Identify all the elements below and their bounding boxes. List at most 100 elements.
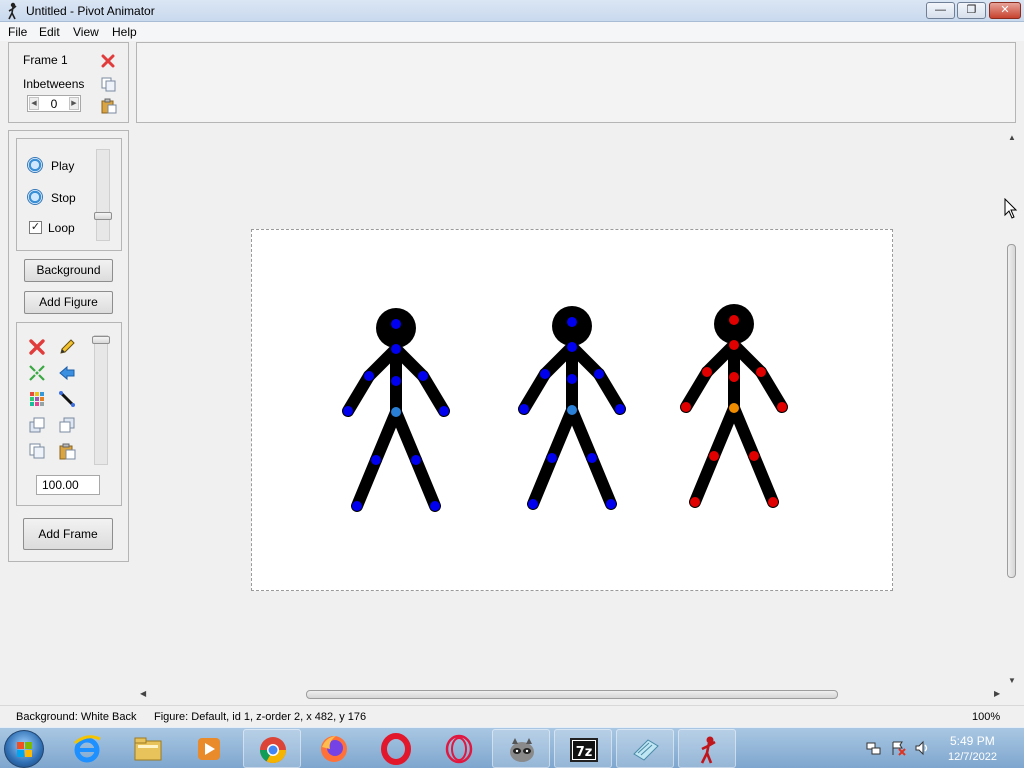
joint-handle[interactable] bbox=[371, 455, 381, 465]
minimize-button[interactable]: — bbox=[926, 2, 955, 19]
joint-handle[interactable] bbox=[777, 402, 787, 412]
clock-time[interactable]: 5:49 PM bbox=[950, 734, 995, 748]
paste-figure-icon[interactable] bbox=[58, 442, 76, 460]
flip-figure-icon[interactable] bbox=[58, 364, 76, 382]
figure-segment[interactable] bbox=[680, 366, 713, 413]
taskbar-notepad[interactable] bbox=[616, 729, 674, 768]
default-figure-1[interactable] bbox=[342, 308, 450, 512]
scroll-up-icon[interactable]: ▲ bbox=[1008, 133, 1016, 142]
taskbar-chrome[interactable] bbox=[243, 729, 301, 768]
joint-handle[interactable] bbox=[430, 501, 440, 511]
action-center-icon[interactable] bbox=[890, 740, 906, 756]
menu-view[interactable]: View bbox=[73, 25, 99, 39]
volume-icon[interactable] bbox=[914, 740, 930, 756]
vertical-scroll-thumb[interactable] bbox=[1007, 244, 1016, 578]
figure-segment[interactable] bbox=[586, 452, 617, 510]
scroll-right-icon[interactable]: ▶ bbox=[994, 689, 1000, 698]
origin-joint-handle[interactable] bbox=[567, 405, 577, 415]
joint-handle[interactable] bbox=[391, 319, 401, 329]
loop-label[interactable]: Loop bbox=[48, 221, 75, 235]
joint-handle[interactable] bbox=[567, 317, 577, 327]
delete-frame-icon[interactable] bbox=[101, 54, 115, 68]
joint-handle[interactable] bbox=[606, 499, 616, 509]
taskbar-file-explorer[interactable] bbox=[119, 729, 177, 768]
front-layer-icon[interactable] bbox=[28, 416, 46, 434]
add-figure-button[interactable]: Add Figure bbox=[24, 291, 113, 314]
center-figure-icon[interactable] bbox=[28, 364, 46, 382]
scroll-left-icon[interactable]: ◀ bbox=[140, 689, 146, 698]
taskbar-internet-explorer[interactable] bbox=[58, 729, 116, 768]
figure-segment[interactable] bbox=[518, 368, 551, 415]
joint-handle[interactable] bbox=[587, 453, 597, 463]
joint-handle[interactable] bbox=[681, 402, 691, 412]
frames-strip[interactable] bbox=[136, 42, 1016, 123]
taskbar-pivot-animator[interactable] bbox=[678, 729, 736, 768]
joint-handle[interactable] bbox=[547, 453, 557, 463]
stepper-increase-button[interactable]: ▶ bbox=[69, 97, 79, 110]
joint-handle[interactable] bbox=[709, 451, 719, 461]
delete-figure-icon[interactable] bbox=[28, 338, 46, 356]
figure-segment[interactable] bbox=[342, 370, 375, 417]
play-label[interactable]: Play bbox=[51, 159, 74, 173]
joint-handle[interactable] bbox=[540, 369, 550, 379]
joint-handle[interactable] bbox=[567, 374, 577, 384]
joint-handle[interactable] bbox=[391, 376, 401, 386]
stop-label[interactable]: Stop bbox=[51, 191, 76, 205]
figure-segment[interactable] bbox=[410, 454, 441, 512]
loop-checkbox[interactable]: ✓ bbox=[29, 221, 42, 234]
scale-input[interactable]: 100.00 bbox=[36, 475, 100, 495]
animation-canvas[interactable] bbox=[251, 229, 893, 591]
figure-segment[interactable] bbox=[593, 368, 626, 415]
back-layer-icon[interactable] bbox=[58, 416, 76, 434]
joint-handle[interactable] bbox=[364, 371, 374, 381]
joint-handle[interactable] bbox=[439, 406, 449, 416]
default-figure-3[interactable] bbox=[680, 304, 788, 508]
joint-handle[interactable] bbox=[391, 344, 401, 354]
speed-slider[interactable] bbox=[94, 149, 112, 241]
inbetweens-stepper[interactable]: ◀ 0 ▶ bbox=[27, 95, 81, 112]
joint-handle[interactable] bbox=[352, 501, 362, 511]
joint-handle[interactable] bbox=[594, 369, 604, 379]
copy-frame-icon[interactable] bbox=[101, 77, 116, 92]
stop-radio[interactable] bbox=[27, 189, 43, 205]
menu-edit[interactable]: Edit bbox=[39, 25, 60, 39]
joint-handle[interactable] bbox=[729, 315, 739, 325]
figure-segment[interactable] bbox=[390, 406, 422, 466]
scale-slider[interactable] bbox=[92, 335, 110, 465]
joint-handle[interactable] bbox=[615, 404, 625, 414]
horizontal-scrollbar[interactable]: ◀ ▶ bbox=[138, 687, 1004, 702]
stepper-decrease-button[interactable]: ◀ bbox=[29, 97, 39, 110]
joint-handle[interactable] bbox=[729, 340, 739, 350]
edit-figure-icon[interactable] bbox=[58, 338, 76, 356]
joint-handle[interactable] bbox=[702, 367, 712, 377]
figures-layer[interactable] bbox=[252, 230, 892, 590]
taskbar-firefox[interactable] bbox=[305, 729, 363, 768]
default-figure-2[interactable] bbox=[518, 306, 626, 510]
paste-frame-icon[interactable] bbox=[101, 98, 117, 114]
play-radio[interactable] bbox=[27, 157, 43, 173]
joint-handle[interactable] bbox=[729, 372, 739, 382]
joint-handle[interactable] bbox=[528, 499, 538, 509]
taskbar-opera[interactable] bbox=[367, 729, 425, 768]
taskbar-opera-gx[interactable] bbox=[430, 729, 488, 768]
figure-segment[interactable] bbox=[417, 370, 450, 417]
joint-handle[interactable] bbox=[343, 406, 353, 416]
menu-help[interactable]: Help bbox=[112, 25, 137, 39]
scroll-down-icon[interactable]: ▼ bbox=[1008, 676, 1016, 685]
figure-segment[interactable] bbox=[728, 402, 760, 462]
origin-joint-handle[interactable] bbox=[391, 407, 401, 417]
joint-handle[interactable] bbox=[418, 371, 428, 381]
background-button[interactable]: Background bbox=[24, 259, 113, 282]
taskbar-7zip[interactable]: 7z bbox=[554, 729, 612, 768]
network-icon[interactable] bbox=[866, 740, 882, 756]
joint-handle[interactable] bbox=[411, 455, 421, 465]
joint-handle[interactable] bbox=[749, 451, 759, 461]
joint-handle[interactable] bbox=[756, 367, 766, 377]
joint-handle[interactable] bbox=[519, 404, 529, 414]
horizontal-scroll-thumb[interactable] bbox=[306, 690, 838, 699]
joint-handle[interactable] bbox=[690, 497, 700, 507]
joint-handle[interactable] bbox=[768, 497, 778, 507]
clock-date[interactable]: 12/7/2022 bbox=[948, 751, 997, 763]
color-figure-icon[interactable] bbox=[28, 390, 46, 408]
figure-segment[interactable] bbox=[566, 404, 598, 464]
